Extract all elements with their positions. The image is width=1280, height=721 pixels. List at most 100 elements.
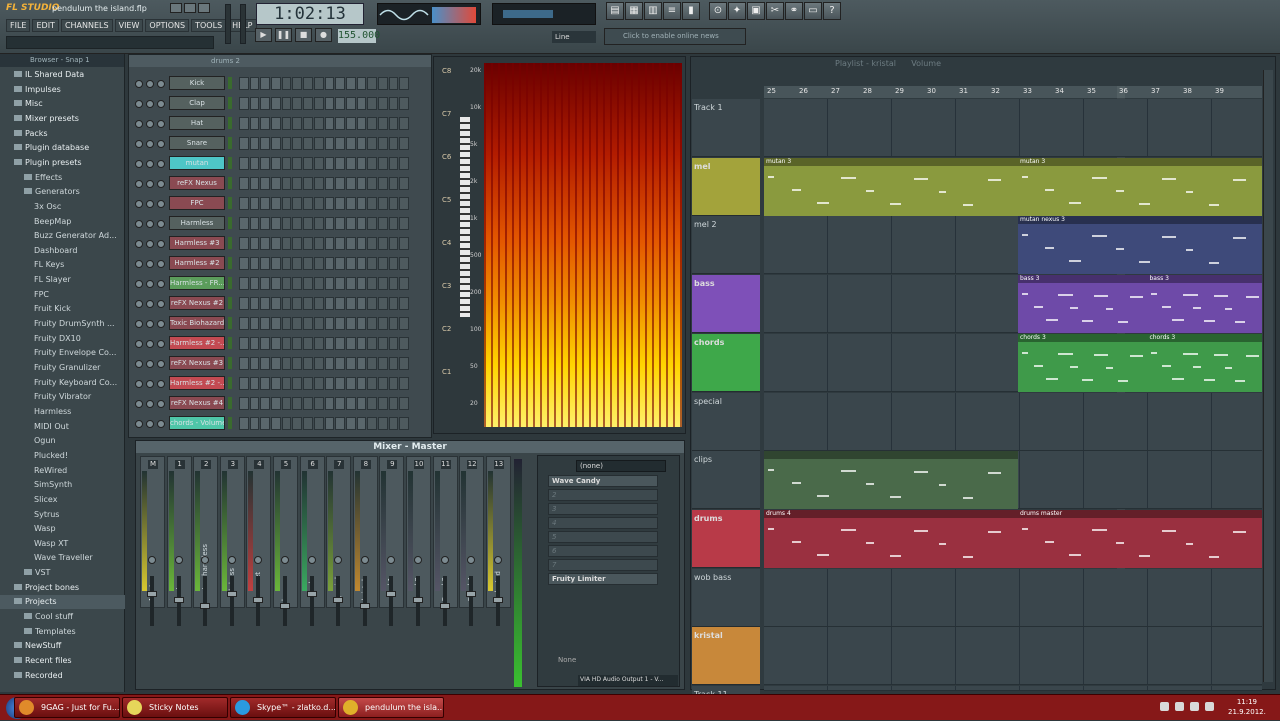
- step-button[interactable]: [367, 77, 377, 90]
- step-button[interactable]: [292, 197, 303, 210]
- step-button[interactable]: [377, 417, 388, 430]
- step-button[interactable]: [281, 157, 292, 170]
- step-button[interactable]: [313, 217, 324, 230]
- step-button[interactable]: [271, 237, 281, 250]
- channel-pan-knob[interactable]: [146, 120, 154, 128]
- channel-select-led[interactable]: [228, 297, 232, 309]
- step-button[interactable]: [399, 277, 409, 290]
- maximize-icon[interactable]: [184, 3, 196, 13]
- step-sequencer[interactable]: [239, 177, 409, 190]
- channel-pan-knob[interactable]: [146, 100, 154, 108]
- channel-mute-toggle[interactable]: [135, 280, 143, 288]
- stop-icon[interactable]: ■: [295, 28, 312, 42]
- step-button[interactable]: [388, 257, 399, 270]
- step-button[interactable]: [367, 197, 377, 210]
- step-button[interactable]: [260, 197, 271, 210]
- step-button[interactable]: [292, 77, 303, 90]
- browser-item[interactable]: Fruity Vibrator: [0, 390, 125, 404]
- step-button[interactable]: [239, 217, 249, 230]
- step-button[interactable]: [292, 337, 303, 350]
- menu-item-tools[interactable]: TOOLS: [191, 19, 227, 32]
- step-button[interactable]: [292, 377, 303, 390]
- tray-network-icon[interactable]: [1190, 702, 1199, 711]
- piano-roll-icon[interactable]: ▥: [644, 2, 662, 20]
- step-button[interactable]: [249, 237, 260, 250]
- step-button[interactable]: [388, 117, 399, 130]
- mixer-fader-knob[interactable]: [386, 591, 397, 597]
- step-button[interactable]: [260, 397, 271, 410]
- channel-pan-knob[interactable]: [146, 200, 154, 208]
- step-button[interactable]: [260, 257, 271, 270]
- fx-slot[interactable]: 5: [548, 531, 658, 543]
- browser-item[interactable]: Buzz Generator Ad...: [0, 229, 125, 243]
- browser-item[interactable]: Harmless: [0, 405, 125, 419]
- step-button[interactable]: [367, 397, 377, 410]
- step-button[interactable]: [367, 117, 377, 130]
- step-button[interactable]: [388, 97, 399, 110]
- step-button[interactable]: [303, 357, 313, 370]
- browser-item[interactable]: Plucked!: [0, 449, 125, 463]
- channel-name-button[interactable]: Harmless: [169, 216, 225, 230]
- channel-volume-knob[interactable]: [157, 240, 165, 248]
- playlist-track-header[interactable]: wob bass: [692, 568, 760, 627]
- channel-mute-toggle[interactable]: [135, 240, 143, 248]
- step-button[interactable]: [388, 317, 399, 330]
- step-button[interactable]: [249, 277, 260, 290]
- channel-select-led[interactable]: [228, 197, 232, 209]
- step-button[interactable]: [345, 297, 356, 310]
- step-sequencer[interactable]: [239, 277, 409, 290]
- step-button[interactable]: [356, 417, 367, 430]
- step-button[interactable]: [388, 397, 399, 410]
- step-button[interactable]: [313, 337, 324, 350]
- memory-icon[interactable]: ▭: [804, 2, 822, 20]
- step-button[interactable]: [313, 317, 324, 330]
- step-sequencer[interactable]: [239, 317, 409, 330]
- mixer-fader-knob[interactable]: [200, 603, 211, 609]
- tray-arrow-icon[interactable]: [1160, 702, 1169, 711]
- step-button[interactable]: [303, 177, 313, 190]
- step-button[interactable]: [356, 317, 367, 330]
- step-button[interactable]: [303, 257, 313, 270]
- channel-pan-knob[interactable]: [146, 420, 154, 428]
- browser-item[interactable]: Cool stuff: [0, 610, 125, 624]
- step-button[interactable]: [356, 177, 367, 190]
- browser-item[interactable]: IL Shared Data: [0, 68, 125, 82]
- channel-mute-toggle[interactable]: [135, 260, 143, 268]
- step-button[interactable]: [313, 417, 324, 430]
- step-button[interactable]: [388, 77, 399, 90]
- step-button[interactable]: [388, 337, 399, 350]
- step-button[interactable]: [303, 337, 313, 350]
- step-button[interactable]: [260, 337, 271, 350]
- step-button[interactable]: [249, 77, 260, 90]
- channel-select-led[interactable]: [228, 157, 232, 169]
- tray-flag-icon[interactable]: [1175, 702, 1184, 711]
- channel-name-button[interactable]: Hat: [169, 116, 225, 130]
- step-button[interactable]: [399, 317, 409, 330]
- mixer-icon[interactable]: ▮: [682, 2, 700, 20]
- step-sequencer[interactable]: [239, 257, 409, 270]
- menu-item-file[interactable]: FILE: [6, 19, 31, 32]
- step-button[interactable]: [281, 417, 292, 430]
- mixer-pan-knob[interactable]: [493, 556, 502, 564]
- step-button[interactable]: [335, 337, 345, 350]
- pattern-clip[interactable]: [764, 451, 1018, 510]
- step-button[interactable]: [324, 417, 335, 430]
- step-sequencer[interactable]: [239, 337, 409, 350]
- taskbar-item[interactable]: Skype™ - zlatko.d...: [230, 697, 336, 718]
- step-button[interactable]: [249, 377, 260, 390]
- step-sequencer[interactable]: [239, 237, 409, 250]
- channel-select-led[interactable]: [228, 397, 232, 409]
- channel-select-led[interactable]: [228, 237, 232, 249]
- channel-name-button[interactable]: Harmless #2 -...: [169, 336, 225, 350]
- mixer-fader-track[interactable]: [229, 576, 234, 626]
- wizard-icon[interactable]: ✦: [728, 2, 746, 20]
- pattern-clip[interactable]: bass 3: [1147, 275, 1262, 334]
- step-button[interactable]: [388, 157, 399, 170]
- playlist-track-header[interactable]: special: [692, 392, 760, 451]
- step-button[interactable]: [271, 217, 281, 230]
- browser-item[interactable]: Fruit Kick: [0, 302, 125, 316]
- step-button[interactable]: [249, 417, 260, 430]
- channel-mute-toggle[interactable]: [135, 420, 143, 428]
- step-button[interactable]: [356, 97, 367, 110]
- step-sequencer[interactable]: [239, 377, 409, 390]
